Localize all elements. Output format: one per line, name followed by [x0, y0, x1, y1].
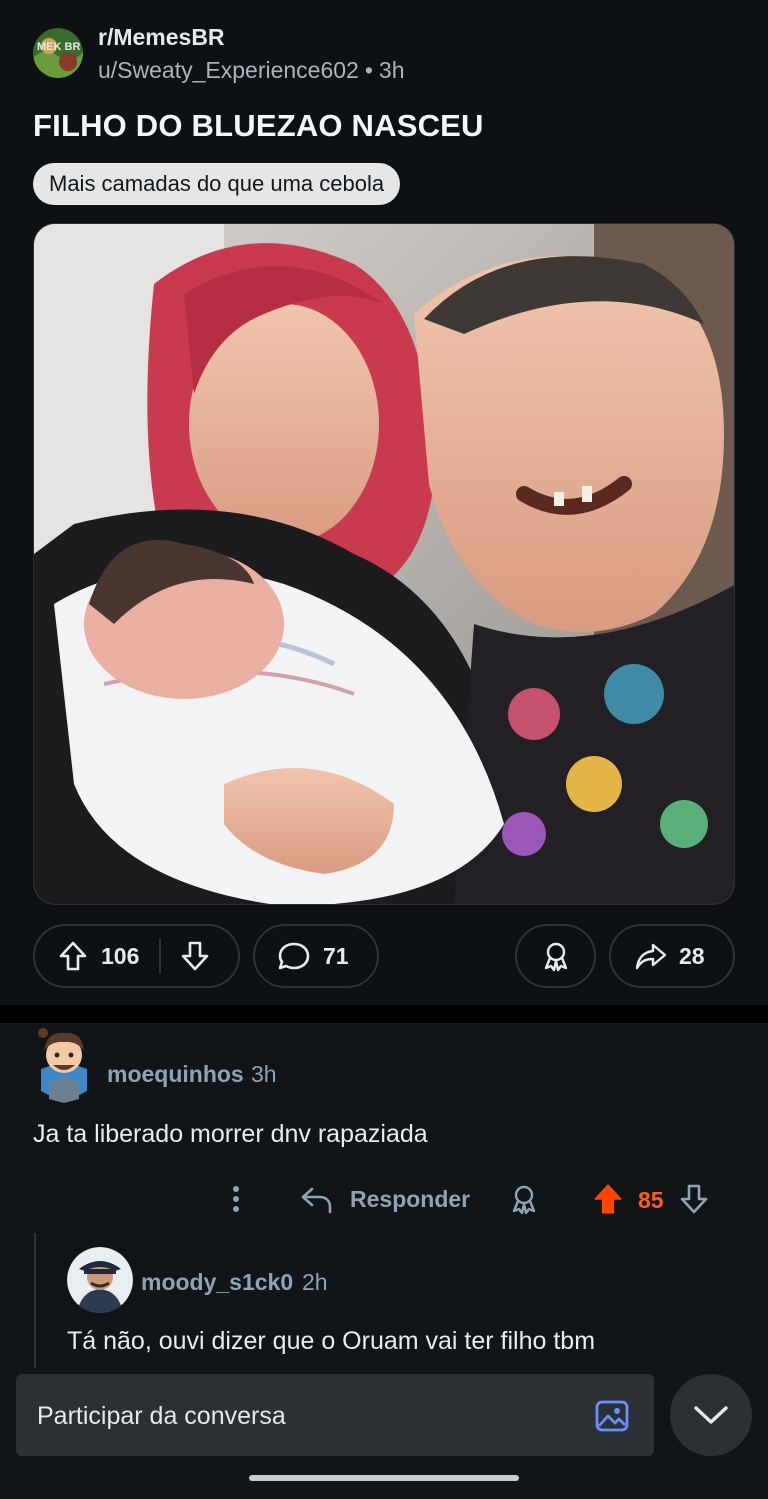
award-button[interactable] — [515, 924, 596, 988]
comment-text: Ja ta liberado morrer dnv rapaziada — [33, 1120, 428, 1148]
upvote-count: 106 — [101, 942, 140, 969]
arrow-up-icon[interactable] — [591, 1175, 625, 1223]
comments-button[interactable]: 71 — [253, 924, 379, 988]
vote-divider — [159, 939, 162, 973]
post-author[interactable]: u/Sweaty_Experience602 — [98, 57, 359, 83]
avatar[interactable] — [35, 1025, 93, 1103]
image-icon[interactable] — [594, 1398, 630, 1439]
speech-bubble-icon — [277, 940, 311, 972]
meta-separator: • — [364, 57, 373, 83]
arrow-down-icon[interactable] — [678, 1175, 710, 1223]
vote-group: 106 — [33, 924, 240, 988]
comment-time: 2h — [302, 1269, 328, 1295]
comment-text: Tá não, ouvi dizer que o Oruam vai ter f… — [67, 1327, 596, 1355]
comment-username[interactable]: moequinhos — [107, 1061, 244, 1088]
share-button[interactable]: 28 — [609, 924, 735, 988]
arrow-up-icon[interactable] — [57, 940, 89, 972]
post-title[interactable]: FILHO DO BLUEZAO NASCEU — [33, 108, 484, 144]
post-card: MEK BR r/MemesBR u/Sweaty_Experience602 •… — [0, 0, 768, 1005]
subreddit-avatar[interactable]: MEK BR — [33, 28, 83, 78]
post-meta: u/Sweaty_Experience602 • 3h — [98, 57, 405, 84]
share-count: 28 — [679, 942, 705, 969]
post-time: 3h — [378, 57, 405, 83]
post-flair[interactable]: Mais camadas do que uma cebola — [33, 163, 401, 205]
comment-time: 3h — [251, 1061, 277, 1087]
award-icon[interactable] — [508, 1175, 540, 1223]
subreddit-avatar-text: MEK BR — [37, 41, 80, 53]
comment-username[interactable]: moody_s1ck0 — [141, 1269, 293, 1296]
post-image[interactable] — [33, 223, 735, 905]
arrow-down-icon[interactable] — [179, 940, 211, 972]
home-indicator — [249, 1475, 519, 1481]
reply-label: Responder — [350, 1185, 471, 1212]
thread-line[interactable] — [34, 1233, 36, 1368]
composer-placeholder: Participar da conversa — [37, 1402, 286, 1430]
comment-count: 71 — [323, 942, 349, 969]
subreddit-name[interactable]: r/MemesBR — [98, 24, 225, 51]
post-action-bar: 106 71 28 — [0, 924, 768, 988]
comment-action-bar: Responder 85 — [0, 1175, 768, 1225]
avatar[interactable] — [67, 1247, 133, 1313]
vertical-dots-icon[interactable] — [222, 1175, 250, 1223]
comment-score: 85 — [638, 1187, 664, 1213]
section-divider — [0, 1005, 768, 1023]
chevron-down-icon — [694, 1406, 728, 1424]
award-icon — [540, 940, 572, 972]
collapse-button[interactable] — [670, 1374, 752, 1456]
share-arrow-icon — [635, 940, 667, 972]
reply-button[interactable]: Responder — [300, 1175, 470, 1223]
reply-arrow-icon — [301, 1187, 332, 1214]
comment-composer[interactable]: Participar da conversa — [16, 1374, 654, 1456]
